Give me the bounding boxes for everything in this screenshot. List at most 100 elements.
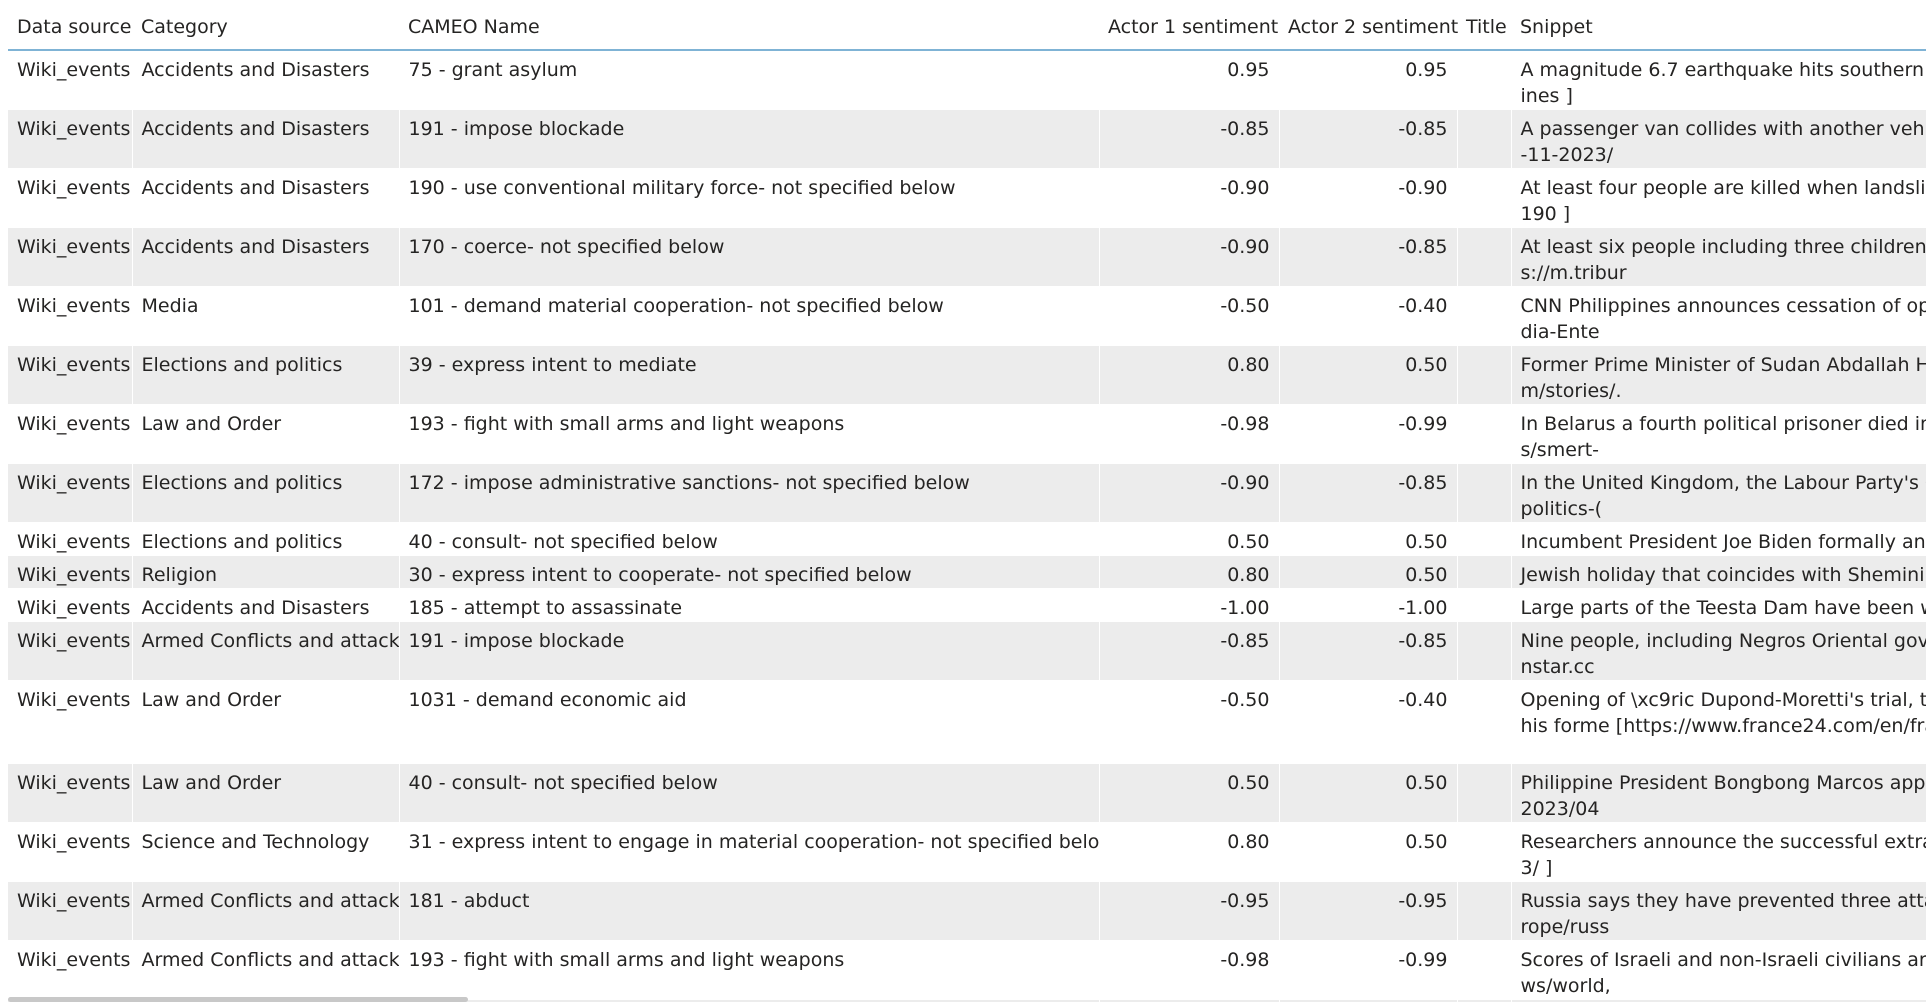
cell-title — [1457, 168, 1512, 228]
table-row[interactable]: Wiki_events Law and Order 1031 - demand ec… — [8, 680, 1926, 764]
cell-snippet: Russia says they have prevented three at… — [1511, 881, 1926, 941]
cell-snippet: At least six people including three chil… — [1511, 227, 1926, 287]
cell-data-source: Wiki_events — [8, 345, 133, 405]
cell-data-source: Wiki_events — [8, 50, 133, 110]
cell-actor-1-sentiment: 0.50 — [1099, 763, 1280, 823]
cell-category: Elections and politics — [132, 522, 400, 556]
cell-actor-2-sentiment: -1.00 — [1279, 588, 1458, 622]
cell-data-source: Wiki_events — [8, 286, 133, 346]
column-header-data-source[interactable]: Data source — [8, 4, 132, 51]
table-row[interactable]: Wiki_events Accidents and Disasters 190 - … — [8, 168, 1926, 228]
cell-data-source: Wiki_events — [8, 227, 133, 287]
cell-actor-2-sentiment: 0.95 — [1279, 50, 1458, 110]
column-header-cameo-name[interactable]: CAMEO Name — [399, 4, 1099, 51]
cell-actor-1-sentiment: 0.50 — [1099, 522, 1280, 556]
data-table: Data source Category CAMEO Name Actor 1 … — [8, 4, 1926, 1002]
table-row[interactable]: Wiki_events Law and Order 40 - consult- no… — [8, 763, 1926, 823]
cell-cameo-name: 1031 - demand economic aid — [399, 680, 1100, 764]
table-row[interactable]: Wiki_events Religion 30 - express intent t… — [8, 555, 1926, 589]
cell-snippet: A magnitude 6.7 earthquake hits southern… — [1511, 50, 1926, 110]
cell-category: Armed Conflicts and attacks — [132, 940, 400, 1000]
table-row[interactable]: Wiki_events Armed Conflicts and attacks 18… — [8, 881, 1926, 941]
cell-actor-2-sentiment: 0.50 — [1279, 763, 1458, 823]
cell-title — [1457, 822, 1512, 882]
cell-actor-2-sentiment: -0.40 — [1279, 680, 1458, 764]
cell-data-source: Wiki_events — [8, 588, 133, 622]
cell-category: Accidents and Disasters — [132, 50, 400, 110]
cell-category: Elections and politics — [132, 345, 400, 405]
table-row[interactable]: Wiki_events Elections and politics 39 - ex… — [8, 345, 1926, 405]
cell-category: Accidents and Disasters — [132, 588, 400, 622]
cell-actor-2-sentiment: -0.99 — [1279, 940, 1458, 1000]
table-row[interactable]: Wiki_events Accidents and Disasters 185 - … — [8, 588, 1926, 622]
cell-actor-2-sentiment: -0.95 — [1279, 881, 1458, 941]
cell-actor-2-sentiment: -0.85 — [1279, 109, 1458, 169]
cell-cameo-name: 40 - consult- not specified below — [399, 522, 1100, 556]
cell-snippet: Philippine President Bongbong Marcos app… — [1511, 763, 1926, 823]
cell-data-source: Wiki_events — [8, 404, 133, 464]
cell-snippet: CNN Philippines announces cessation of o… — [1511, 286, 1926, 346]
cell-snippet: Large parts of the Teesta Dam have been … — [1511, 588, 1926, 622]
cell-title — [1457, 50, 1512, 110]
cell-category: Accidents and Disasters — [132, 168, 400, 228]
cell-cameo-name: 170 - coerce- not specified below — [399, 227, 1100, 287]
cell-title — [1457, 522, 1512, 556]
table-row[interactable]: Wiki_events Elections and politics 172 - i… — [8, 463, 1926, 523]
cell-category: Science and Technology — [132, 822, 400, 882]
cell-actor-2-sentiment: -0.40 — [1279, 286, 1458, 346]
horizontal-scrollbar[interactable] — [8, 997, 468, 1002]
cell-snippet: Former Prime Minister of Sudan Abdallah … — [1511, 345, 1926, 405]
cell-actor-1-sentiment: 0.80 — [1099, 345, 1280, 405]
cell-actor-2-sentiment: 0.50 — [1279, 345, 1458, 405]
column-header-actor-2-sentiment[interactable]: Actor 2 sentiment — [1279, 4, 1458, 51]
column-header-actor-1-sentiment[interactable]: Actor 1 sentiment — [1099, 4, 1279, 51]
cell-data-source: Wiki_events — [8, 822, 133, 882]
cell-actor-1-sentiment: -0.50 — [1099, 286, 1280, 346]
column-header-title[interactable]: Title — [1457, 4, 1511, 51]
cell-actor-1-sentiment: -0.90 — [1099, 168, 1280, 228]
cell-data-source: Wiki_events — [8, 621, 133, 681]
cell-actor-1-sentiment: -0.90 — [1099, 463, 1280, 523]
cell-title — [1457, 621, 1512, 681]
cell-title — [1457, 227, 1512, 287]
table-row[interactable]: Wiki_events Accidents and Disasters 75 - g… — [8, 50, 1926, 110]
table-row[interactable]: Wiki_events Media 101 - demand material co… — [8, 286, 1926, 346]
column-header-category[interactable]: Category — [132, 4, 399, 51]
cell-snippet: Opening of \xc9ric Dupond-Moretti's tria… — [1511, 680, 1926, 764]
cell-snippet: A passenger van collides with another ve… — [1511, 109, 1926, 169]
cell-snippet: In the United Kingdom, the Labour Party'… — [1511, 463, 1926, 523]
table-row[interactable]: Wiki_events Law and Order 193 - fight with… — [8, 404, 1926, 464]
cell-data-source: Wiki_events — [8, 763, 133, 823]
cell-cameo-name: 172 - impose administrative sanctions- n… — [399, 463, 1100, 523]
cell-cameo-name: 191 - impose blockade — [399, 621, 1100, 681]
cell-category: Elections and politics — [132, 463, 400, 523]
cell-category: Media — [132, 286, 400, 346]
cell-actor-1-sentiment: -0.98 — [1099, 940, 1280, 1000]
cell-actor-2-sentiment: 0.50 — [1279, 522, 1458, 556]
table-row[interactable]: Wiki_events Accidents and Disasters 191 - … — [8, 109, 1926, 169]
cell-title — [1457, 763, 1512, 823]
cell-data-source: Wiki_events — [8, 168, 133, 228]
table-row[interactable]: Wiki_events Science and Technology 31 - ex… — [8, 822, 1926, 882]
cell-actor-2-sentiment: -0.85 — [1279, 463, 1458, 523]
table-row[interactable]: Wiki_events Armed Conflicts and attacks 19… — [8, 940, 1926, 1000]
cell-data-source: Wiki_events — [8, 555, 133, 589]
cell-cameo-name: 190 - use conventional military force- n… — [399, 168, 1100, 228]
cell-title — [1457, 286, 1512, 346]
cell-category: Armed Conflicts and attacks — [132, 881, 400, 941]
cell-category: Religion — [132, 555, 400, 589]
table-row[interactable]: Wiki_events Accidents and Disasters 170 - … — [8, 227, 1926, 287]
cell-cameo-name: 39 - express intent to mediate — [399, 345, 1100, 405]
cell-category: Law and Order — [132, 763, 400, 823]
column-header-snippet[interactable]: Snippet — [1511, 4, 1926, 51]
cell-data-source: Wiki_events — [8, 940, 133, 1000]
cell-snippet: Scores of Israeli and non-Israeli civili… — [1511, 940, 1926, 1000]
table-row[interactable]: Wiki_events Elections and politics 40 - co… — [8, 522, 1926, 556]
cell-snippet: In Belarus a fourth political prisoner d… — [1511, 404, 1926, 464]
cell-actor-1-sentiment: 0.95 — [1099, 50, 1280, 110]
cell-snippet: At least four people are killed when lan… — [1511, 168, 1926, 228]
table-row[interactable]: Wiki_events Armed Conflicts and attacks 19… — [8, 621, 1926, 681]
cell-category: Armed Conflicts and attacks — [132, 621, 400, 681]
cell-actor-2-sentiment: -0.85 — [1279, 621, 1458, 681]
cell-cameo-name: 185 - attempt to assassinate — [399, 588, 1100, 622]
